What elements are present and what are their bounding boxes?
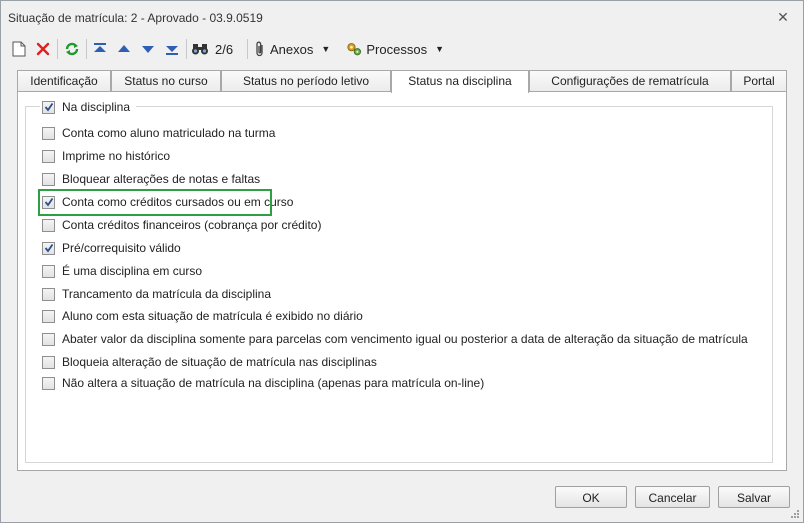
option-label: Conta créditos financeiros (cobrança por…	[62, 218, 322, 232]
processos-label: Processos	[366, 41, 428, 57]
next-record-icon	[142, 46, 154, 53]
option-nao-altera-situacao-online[interactable]: Não altera a situação de matrícula na di…	[42, 375, 484, 391]
anexos-menu-button[interactable]: Anexos ▼	[254, 38, 338, 60]
last-record-icon	[166, 46, 178, 55]
option-label: Não altera a situação de matrícula na di…	[62, 376, 485, 390]
option-disciplina-em-curso[interactable]: É uma disciplina em curso	[42, 263, 202, 279]
chevron-down-icon: ▼	[321, 44, 331, 54]
checkbox[interactable]	[42, 287, 55, 301]
previous-record-icon	[118, 45, 130, 52]
checkbox[interactable]	[42, 218, 55, 232]
first-record-icon	[94, 43, 106, 52]
refresh-button[interactable]	[62, 38, 82, 60]
option-bloqueia-alteracao-situacao[interactable]: Bloqueia alteração de situação de matríc…	[42, 354, 377, 370]
window-title: Situação de matrícula: 2 - Aprovado - 03…	[8, 11, 263, 25]
checkbox[interactable]	[42, 241, 55, 255]
option-conta-como-creditos-cursados[interactable]: Conta como créditos cursados ou em curso	[42, 194, 293, 210]
option-label: É uma disciplina em curso	[62, 264, 203, 278]
option-label: Conta como créditos cursados ou em curso	[62, 195, 294, 209]
new-button[interactable]	[10, 38, 28, 60]
checkbox[interactable]	[42, 100, 55, 114]
last-record-button[interactable]	[163, 38, 181, 60]
option-aluno-exibido-no-diario[interactable]: Aluno com esta situação de matrícula é e…	[42, 308, 363, 324]
processos-menu-button[interactable]: Processos ▼	[346, 38, 444, 60]
checkbox[interactable]	[42, 376, 55, 390]
find-record-button[interactable]: 2/6	[191, 38, 241, 60]
option-label: Conta como aluno matriculado na turma	[62, 126, 276, 140]
checkbox[interactable]	[42, 309, 55, 323]
tab-status-no-periodo-letivo[interactable]: Status no período letivo	[221, 70, 391, 92]
delete-button[interactable]	[34, 38, 52, 60]
previous-record-button[interactable]	[115, 38, 133, 60]
checkbox[interactable]	[42, 172, 55, 186]
checkbox[interactable]	[42, 126, 55, 140]
binoculars-icon	[192, 44, 208, 55]
refresh-icon	[65, 42, 79, 56]
option-imprime-no-historico[interactable]: Imprime no histórico	[42, 148, 170, 164]
checkbox[interactable]	[42, 355, 55, 369]
option-label: Abater valor da disciplina somente para …	[62, 332, 748, 346]
first-record-button[interactable]	[91, 38, 109, 60]
option-conta-como-aluno-matriculado[interactable]: Conta como aluno matriculado na turma	[42, 125, 275, 141]
option-trancamento-matricula-disciplina[interactable]: Trancamento da matrícula da disciplina	[42, 286, 271, 302]
group-checkbox-na-disciplina[interactable]: Na disciplina	[40, 99, 137, 115]
option-label: Aluno com esta situação de matrícula é e…	[62, 309, 363, 323]
toolbar-separator	[57, 39, 58, 59]
checkbox[interactable]	[42, 264, 55, 278]
option-abater-valor-disciplina[interactable]: Abater valor da disciplina somente para …	[42, 331, 748, 347]
next-record-button[interactable]	[139, 38, 157, 60]
option-label: Trancamento da matrícula da disciplina	[62, 287, 271, 301]
option-pre-correquisito-valido[interactable]: Pré/correquisito válido	[42, 240, 181, 256]
tab-status-no-curso[interactable]: Status no curso	[111, 70, 221, 92]
checkmark-icon	[44, 102, 53, 112]
checkbox[interactable]	[42, 332, 55, 346]
option-label: Bloqueia alteração de situação de matríc…	[62, 355, 377, 369]
option-conta-creditos-financeiros[interactable]: Conta créditos financeiros (cobrança por…	[42, 217, 321, 233]
paperclip-icon	[256, 41, 263, 57]
checkbox[interactable]	[42, 149, 55, 163]
toolbar-separator	[186, 39, 187, 59]
anexos-label: Anexos	[270, 41, 314, 57]
new-document-icon	[12, 41, 26, 57]
option-label: Pré/correquisito válido	[62, 241, 181, 255]
option-bloquear-alteracoes-notas-faltas[interactable]: Bloquear alterações de notas e faltas	[42, 171, 260, 187]
close-button[interactable]: ✕	[775, 9, 791, 25]
option-label: Bloquear alterações de notas e faltas	[62, 172, 261, 186]
tab-portal[interactable]: Portal	[731, 70, 787, 92]
cancel-button[interactable]: Cancelar	[635, 486, 710, 508]
group-label: Na disciplina	[62, 100, 131, 114]
delete-icon	[36, 42, 50, 56]
tab-configuracoes-de-rematricula[interactable]: Configurações de rematrícula	[529, 70, 731, 92]
save-button[interactable]: Salvar	[718, 486, 790, 508]
title-bar: Situação de matrícula: 2 - Aprovado - 03…	[1, 1, 803, 35]
toolbar-separator	[247, 39, 248, 59]
ok-button[interactable]: OK	[555, 486, 627, 508]
toolbar-separator	[86, 39, 87, 59]
checkmark-icon	[44, 243, 53, 253]
tab-identificacao[interactable]: Identificação	[17, 70, 111, 92]
toolbar: 2/6 Anexos ▼ Processos ▼	[1, 35, 803, 63]
checkmark-icon	[44, 197, 53, 207]
resize-grip-icon[interactable]	[790, 509, 800, 519]
tab-panel-status-na-disciplina: Na disciplina Conta como aluno matricula…	[17, 91, 787, 471]
option-label: Imprime no histórico	[62, 149, 171, 163]
tab-strip: Identificação Status no curso Status no …	[17, 70, 789, 93]
record-position: 2/6	[215, 41, 234, 57]
gears-icon	[347, 43, 362, 56]
chevron-down-icon: ▼	[435, 44, 444, 54]
checkbox[interactable]	[42, 195, 55, 209]
dialog-window: Situação de matrícula: 2 - Aprovado - 03…	[0, 0, 804, 523]
tab-status-na-disciplina[interactable]: Status na disciplina	[391, 70, 529, 93]
